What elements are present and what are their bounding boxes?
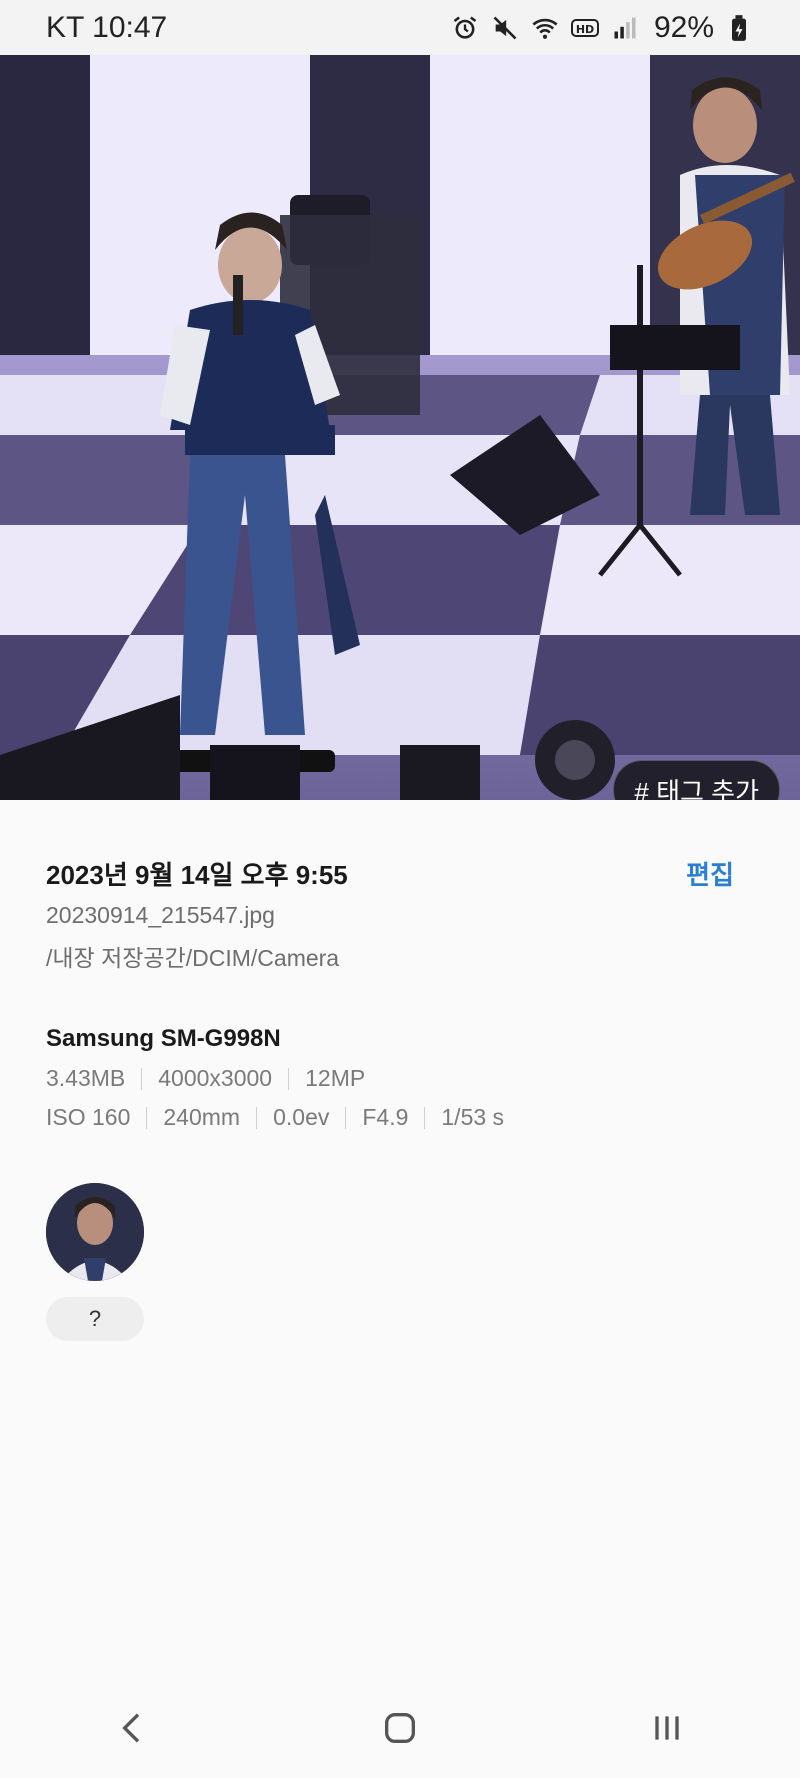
battery-level: 92% xyxy=(653,10,714,44)
back-button[interactable] xyxy=(93,1698,173,1758)
alarm-icon xyxy=(450,13,480,43)
details-panel: 2023년 9월 14일 오후 9:55 편집 20230914_215547.… xyxy=(46,855,754,1131)
concert-photo xyxy=(0,55,800,800)
status-time: KT 10:47 xyxy=(46,10,168,44)
divider xyxy=(288,1067,290,1090)
date-row: 2023년 9월 14일 오후 9:55 편집 xyxy=(46,855,754,892)
signal-icon xyxy=(610,13,640,43)
camera-specs: ISO 160 240mm 0.0ev F4.9 1/53 s xyxy=(46,1104,754,1131)
recents-button[interactable] xyxy=(627,1698,707,1758)
recents-icon xyxy=(654,1716,679,1740)
exposure-value: 0.0ev xyxy=(273,1104,330,1130)
aperture: F4.9 xyxy=(362,1104,409,1130)
add-tag-button[interactable]: # 태그 추가 xyxy=(613,760,780,800)
back-icon xyxy=(122,1713,140,1743)
face-thumbnail[interactable] xyxy=(46,1183,144,1281)
iso: ISO 160 xyxy=(46,1104,131,1130)
status-icons: HD 92% xyxy=(450,11,754,45)
svg-text:HD: HD xyxy=(576,23,594,36)
focal-length: 240mm xyxy=(163,1104,241,1130)
divider xyxy=(345,1106,347,1129)
face-name-label[interactable]: ? xyxy=(46,1297,144,1341)
wifi-icon xyxy=(530,13,560,43)
divider xyxy=(141,1067,143,1090)
megapixels: 12MP xyxy=(305,1065,366,1091)
navigation-bar xyxy=(0,1678,800,1778)
file-path: /내장 저장공간/DCIM/Camera xyxy=(46,945,340,971)
photo-view[interactable]: # 태그 추가 xyxy=(0,55,800,800)
resolution: 4000x3000 xyxy=(158,1065,273,1091)
tag-button-label: # 태그 추가 xyxy=(634,776,759,801)
status-bar: KT 10:47 HD 92% xyxy=(0,0,800,55)
file-specs: 3.43MB 4000x3000 12MP xyxy=(46,1065,754,1092)
unknown-person-label: ? xyxy=(88,1306,102,1331)
divider xyxy=(256,1106,258,1129)
device-name: Samsung SM-G998N xyxy=(46,1025,281,1052)
hd-icon: HD xyxy=(570,13,600,43)
photo-date: 2023년 9월 14일 오후 9:55 xyxy=(46,860,348,890)
divider xyxy=(146,1106,148,1129)
file-size: 3.43MB xyxy=(46,1065,126,1091)
shutter-speed: 1/53 s xyxy=(441,1104,505,1130)
home-button[interactable] xyxy=(360,1698,440,1758)
battery-icon xyxy=(724,13,754,43)
file-name: 20230914_215547.jpg xyxy=(46,902,275,928)
divider xyxy=(424,1106,426,1129)
home-icon xyxy=(384,1713,415,1743)
edit-button[interactable]: 편집 xyxy=(686,855,734,892)
mute-icon xyxy=(490,13,520,43)
person-face[interactable]: ? xyxy=(46,1183,144,1341)
